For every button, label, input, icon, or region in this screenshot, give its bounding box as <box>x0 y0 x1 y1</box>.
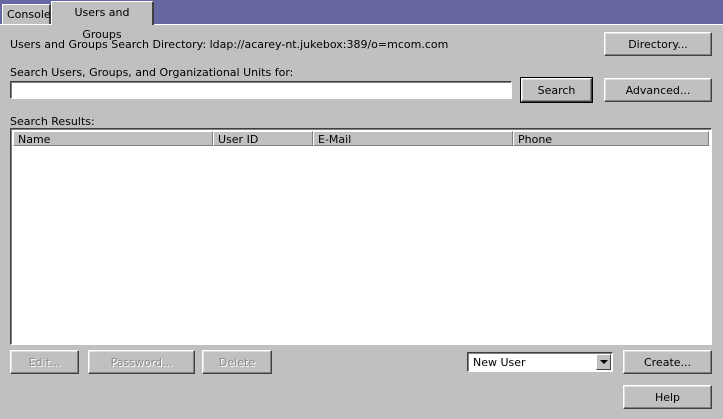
column-header-name[interactable]: Name <box>13 131 213 146</box>
new-type-selected-value: New User <box>473 356 526 369</box>
password-button[interactable]: Password... <box>88 350 195 374</box>
column-header-email[interactable]: E-Mail <box>313 131 513 146</box>
help-button[interactable]: Help <box>623 385 712 409</box>
chevron-down-icon[interactable] <box>596 354 611 370</box>
advanced-button[interactable]: Advanced... <box>604 78 712 102</box>
delete-button[interactable]: Delete <box>202 350 272 374</box>
tab-bar: Console Users and Groups <box>0 0 723 41</box>
search-button[interactable]: Search <box>520 77 593 103</box>
new-type-select[interactable]: New User <box>467 352 613 372</box>
search-for-label: Search Users, Groups, and Organizational… <box>10 66 294 79</box>
table-header: Name User ID E-Mail Phone <box>13 131 709 146</box>
search-input[interactable] <box>10 81 512 99</box>
search-results-label: Search Results: <box>10 115 95 128</box>
column-header-user-id[interactable]: User ID <box>213 131 313 146</box>
edit-button[interactable]: Edit... <box>10 350 79 374</box>
tab-console[interactable]: Console <box>2 4 51 24</box>
directory-button[interactable]: Directory... <box>604 32 712 56</box>
column-header-phone[interactable]: Phone <box>513 131 709 146</box>
search-results-table[interactable]: Name User ID E-Mail Phone <box>10 128 712 345</box>
tab-users-and-groups[interactable]: Users and Groups <box>51 1 154 41</box>
search-directory-label: Users and Groups Search Directory: ldap:… <box>10 38 449 51</box>
create-button[interactable]: Create... <box>623 350 712 374</box>
